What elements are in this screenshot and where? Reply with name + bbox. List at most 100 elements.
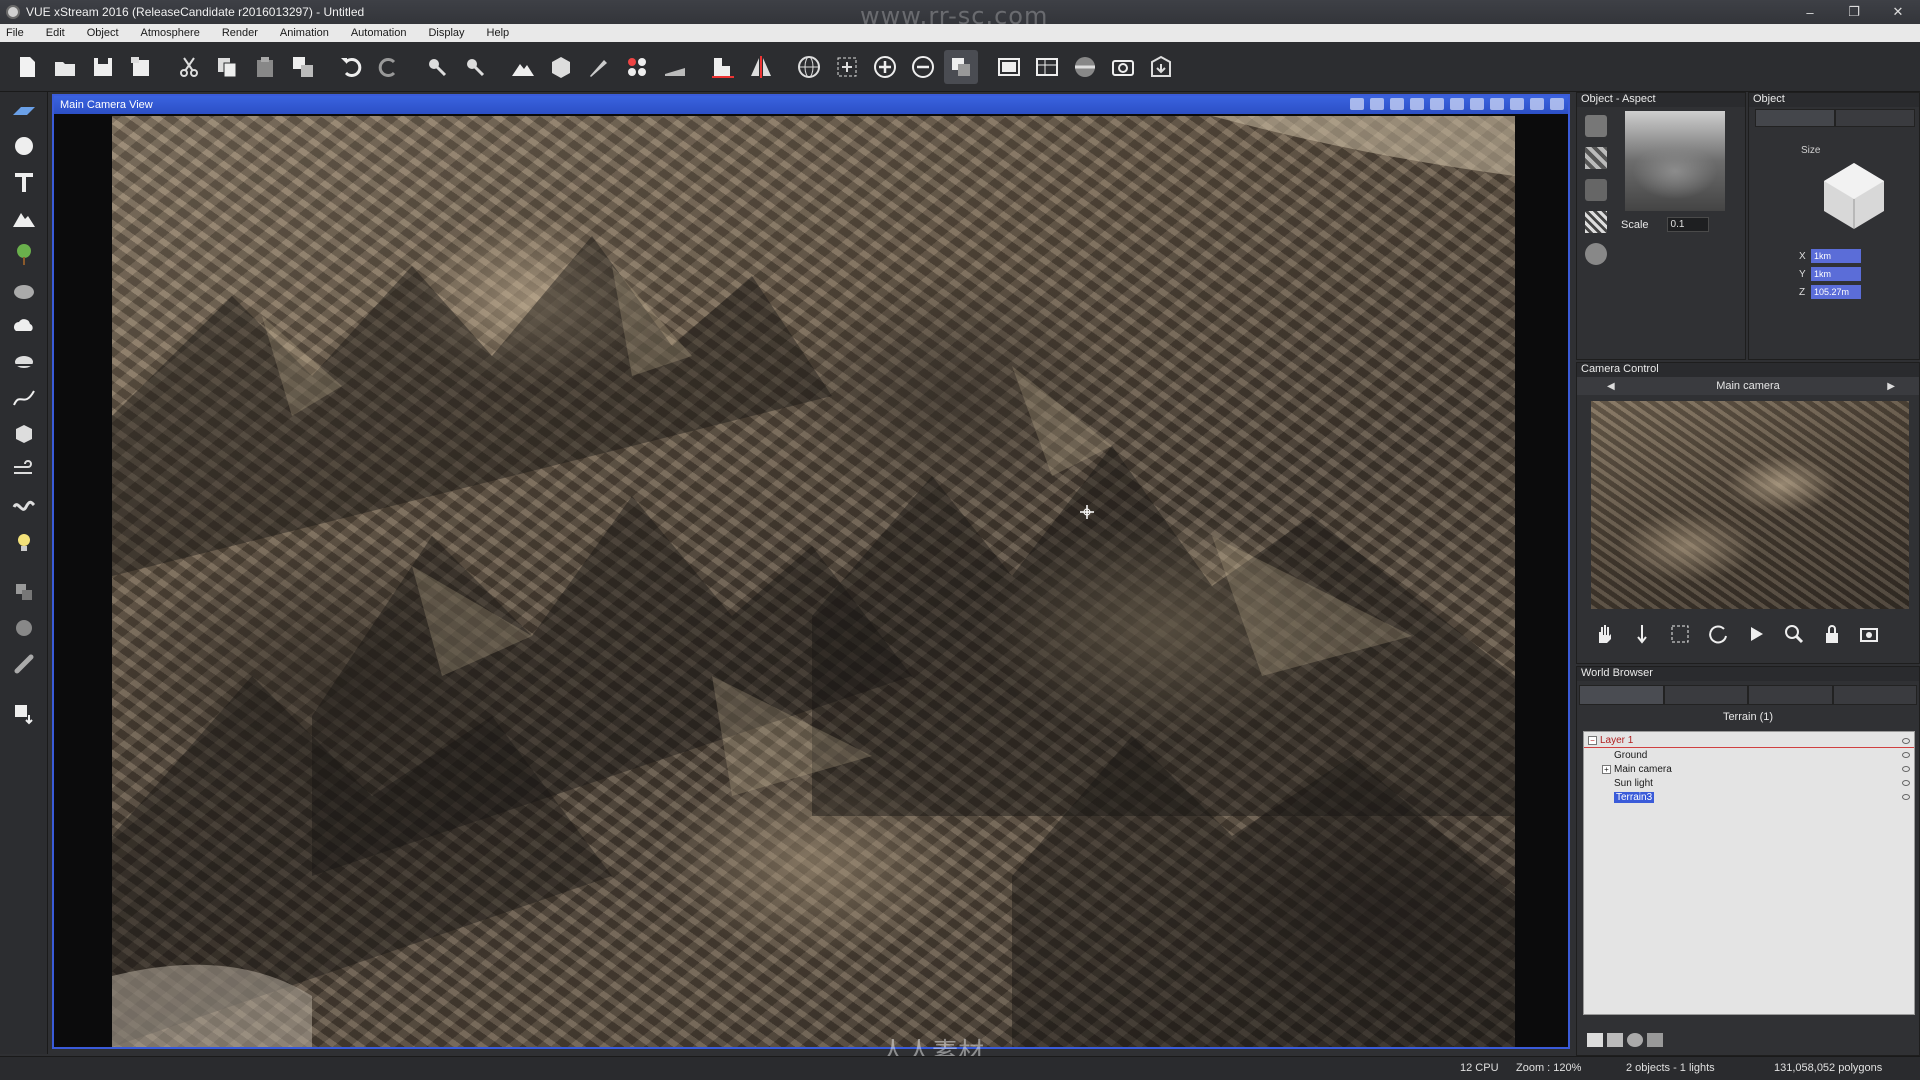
text-icon[interactable] [0,164,48,200]
copy-icon[interactable] [210,50,244,84]
menu-display[interactable]: Display [428,27,464,39]
frame-icon[interactable] [1661,619,1699,649]
tree-row-layer[interactable]: − Layer 1 [1584,734,1914,748]
z-size-field[interactable]: 105.27m [1811,285,1861,299]
export-icon[interactable] [1144,50,1178,84]
wave-icon[interactable] [0,488,48,524]
next-camera-button[interactable]: ▶ [1887,381,1895,392]
menu-edit[interactable]: Edit [46,27,65,39]
restore-button[interactable]: ❐ [1832,0,1876,24]
material-edit-icon[interactable] [1585,211,1607,233]
zoom-camera-icon[interactable] [1775,619,1813,649]
terrain-icon[interactable] [0,200,48,236]
new-layer-icon[interactable] [1587,1033,1603,1047]
save-icon[interactable] [86,50,120,84]
select-icon[interactable] [420,50,454,84]
move-icon[interactable] [0,574,48,610]
open-file-icon[interactable] [48,50,82,84]
menu-help[interactable]: Help [487,27,510,39]
visibility-icon[interactable] [1902,766,1910,772]
viewport-tool-icon[interactable] [1430,98,1444,110]
camera-selector[interactable]: ◀ Main camera ▶ [1577,377,1919,395]
pan-hand-icon[interactable] [1585,619,1623,649]
camera-preview[interactable] [1591,401,1909,609]
scale-field[interactable]: 0.1 [1666,217,1709,232]
paste-icon[interactable] [248,50,282,84]
menu-render[interactable]: Render [222,27,258,39]
atmosphere-icon[interactable] [1068,50,1102,84]
x-size-field[interactable]: 1km [1811,249,1861,263]
minimize-button[interactable]: – [1788,0,1832,24]
rotate-icon[interactable] [0,610,48,646]
plane-icon[interactable] [0,92,48,128]
object-tool-icon[interactable] [544,50,578,84]
zoom-in-icon[interactable] [868,50,902,84]
rock-icon[interactable] [0,272,48,308]
sphere-icon[interactable] [0,128,48,164]
material-mix-icon[interactable] [1585,179,1607,201]
viewport-tool-icon[interactable] [1350,98,1364,110]
textures-tab[interactable] [1748,685,1833,705]
main-camera-viewport[interactable]: Main Camera View [52,94,1570,1049]
zoom-fit-icon[interactable] [830,50,864,84]
object-tab-numeric[interactable] [1755,109,1835,127]
mirror-icon[interactable] [744,50,778,84]
tree-row-terrain3[interactable]: Terrain3 [1584,790,1914,804]
stats-tab[interactable] [1832,685,1917,705]
menu-object[interactable]: Object [87,27,119,39]
viewport-tool-icon[interactable] [1370,98,1384,110]
viewport-tool-icon[interactable] [1470,98,1484,110]
toggle-view-icon[interactable] [944,49,978,84]
object-tab-motion[interactable] [1835,109,1915,127]
play-icon[interactable] [1737,619,1775,649]
material-tool-icon[interactable] [620,50,654,84]
align-icon[interactable] [706,50,740,84]
materials-tab[interactable] [1663,685,1748,705]
viewport-tool-icon[interactable] [1390,98,1404,110]
wind-icon[interactable] [0,452,48,488]
light-icon[interactable] [0,524,48,560]
prev-camera-button[interactable]: ◀ [1607,381,1615,392]
visibility-icon[interactable] [1902,752,1910,758]
expand-toggle[interactable]: + [1602,764,1611,774]
viewport-tool-icon[interactable] [1450,98,1464,110]
redo-icon[interactable] [372,50,406,84]
path-icon[interactable] [0,380,48,416]
zoom-out-icon[interactable] [906,50,940,84]
duplicate-icon[interactable] [286,50,320,84]
tree-row-main-camera[interactable]: + Main camera [1584,762,1914,776]
menu-atmosphere[interactable]: Atmosphere [141,27,200,39]
layer-down-icon[interactable] [0,696,48,732]
material-checker-icon[interactable] [1585,147,1607,169]
cube-icon[interactable] [0,416,48,452]
save-as-icon[interactable] [124,50,158,84]
material-slot-icon[interactable] [1585,115,1607,137]
y-size-field[interactable]: 1km [1811,267,1861,281]
render-region-icon[interactable] [1030,50,1064,84]
new-file-icon[interactable] [10,50,44,84]
undo-icon[interactable] [334,50,368,84]
close-button[interactable]: ✕ [1876,0,1920,24]
objects-tab[interactable] [1579,685,1664,705]
options-icon[interactable] [1647,1033,1663,1047]
water-icon[interactable] [0,344,48,380]
link-icon[interactable] [0,646,48,682]
terrain-tool-icon[interactable] [506,50,540,84]
viewport-tool-icon[interactable] [1550,98,1564,110]
menu-animation[interactable]: Animation [280,27,329,39]
lock-icon[interactable] [1813,619,1851,649]
material-preview[interactable] [1625,111,1725,211]
camera-icon[interactable] [1106,50,1140,84]
material-sphere-icon[interactable] [1585,243,1607,265]
viewport-tool-icon[interactable] [1490,98,1504,110]
dolly-icon[interactable] [1623,619,1661,649]
viewport-tool-icon[interactable] [1410,98,1424,110]
orbit-icon[interactable] [1699,619,1737,649]
globe-icon[interactable] [792,50,826,84]
delete-icon[interactable] [1607,1033,1623,1047]
visibility-icon[interactable] [1902,794,1910,800]
visibility-icon[interactable] [1902,737,1910,744]
cloud-icon[interactable] [0,308,48,344]
tree-row-sun-light[interactable]: Sun light [1584,776,1914,790]
visibility-icon[interactable] [1902,780,1910,786]
